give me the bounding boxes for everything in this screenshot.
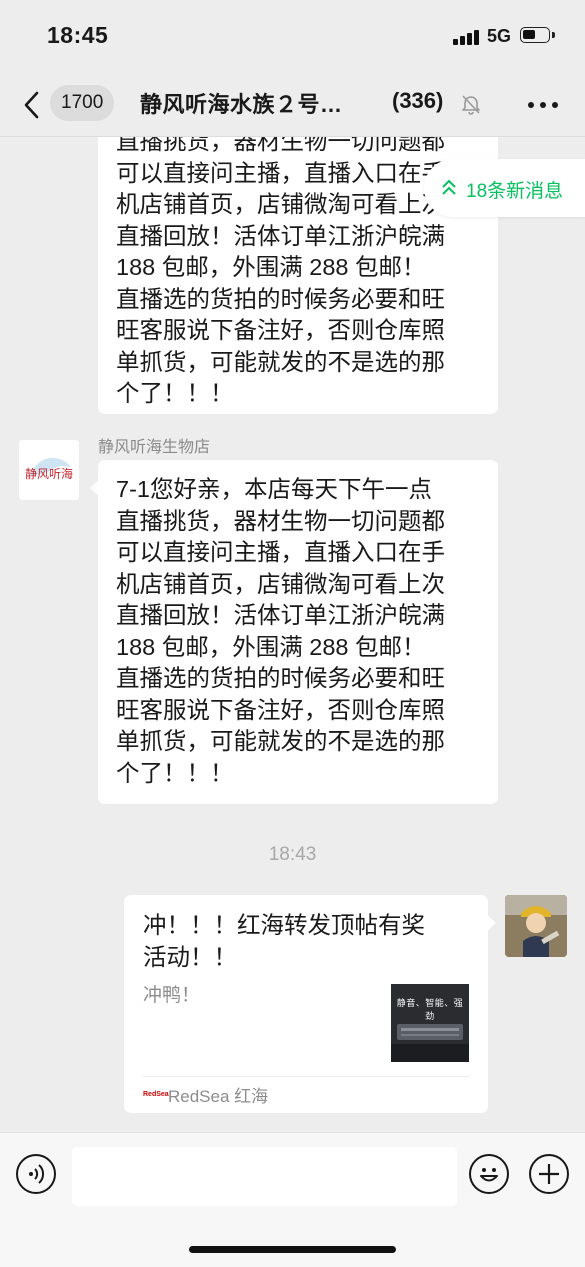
double-chevron-up-icon [442, 179, 456, 195]
home-indicator[interactable] [189, 1246, 396, 1253]
voice-icon[interactable] [16, 1154, 56, 1194]
message-line: 旺客服说下备注好，否则仓库照 [116, 317, 445, 343]
message-line: 直播挑货，器材生物一切问题都 [116, 137, 445, 154]
message-line: 单抓货，可能就发的不是选的那 [116, 348, 445, 375]
new-messages-text: 18条新消息 [466, 181, 564, 202]
shop-avatar[interactable]: 静风听海 [19, 440, 79, 500]
member-count: (336) [392, 88, 444, 113]
link-thumbnail: 静音、智能、强劲 [391, 984, 469, 1062]
link-title-line: 活动！！ [143, 944, 237, 970]
battery-icon [520, 27, 550, 43]
my-avatar[interactable] [505, 895, 567, 957]
emoji-icon[interactable] [469, 1154, 509, 1194]
battery-tip [552, 32, 555, 38]
message-line: 个了！！！ [116, 759, 234, 786]
chat-area[interactable]: 直播挑货，器材生物一切问题都 可以直接问主播，直播入口在手 机店铺首页，店铺微淘… [0, 137, 585, 1132]
message-line: 旺客服说下备注好，否则仓库照 [116, 696, 445, 723]
network-type: 5G [487, 26, 512, 46]
message-line: 机店铺首页，店铺微淘可看上次 [116, 570, 445, 597]
message-line: 直播挑货，器材生物一切问题都 [116, 507, 445, 534]
redsea-logo-icon: RedSea [143, 1091, 169, 1098]
message-line: 个了！！！ [116, 380, 234, 406]
message-line: 7-1您好亲，本店每天下午一点 [116, 476, 432, 502]
product-image-icon [391, 1024, 469, 1062]
link-divider [143, 1076, 469, 1077]
message-line: 单抓货，可能就发的不是选的那 [116, 728, 445, 754]
ellipsis-icon[interactable] [528, 102, 558, 110]
nav-bar: 1700 静风听海水族２号… (336) [0, 74, 585, 137]
message-line: 直播选的货拍的时候务必要和旺 [116, 285, 445, 312]
shop-logo-icon: 静风听海 [25, 457, 73, 481]
message-line: 直播回放！活体订单江浙沪皖满 [116, 602, 445, 628]
message-line: 可以直接问主播，直播入口在手 [116, 539, 445, 565]
link-description: 冲鸭！ [143, 985, 201, 1006]
message-line: 188 包邮，外围满 288 包邮！ [116, 633, 426, 660]
signal-bars-icon [453, 30, 481, 45]
new-messages-banner[interactable]: 18条新消息 [424, 159, 585, 217]
message-input[interactable] [72, 1147, 457, 1206]
plus-circle-icon[interactable] [529, 1154, 569, 1194]
status-bar: 18:45 5G [0, 0, 585, 74]
link-source: RedSea 红海 [168, 1087, 269, 1106]
link-title: 冲！！！红海转发顶帖有奖 活动！！ [143, 909, 473, 973]
link-card[interactable]: 冲！！！红海转发顶帖有奖 活动！！ 冲鸭！ 静音、智能、强劲 RedSea Re… [124, 895, 496, 1113]
status-time: 18:45 [47, 22, 109, 48]
bell-muted-icon [462, 95, 480, 115]
avatar-figure-icon [505, 895, 567, 957]
message-line: 直播选的货拍的时候务必要和旺 [116, 665, 445, 691]
message-timestamp: 18:43 [268, 844, 317, 865]
sender-name: 静风听海生物店 [98, 439, 211, 456]
link-title-line: 冲！！！红海转发顶帖有奖 [143, 912, 425, 938]
svg-text:静风听海: 静风听海 [25, 466, 73, 481]
message-line: 188 包邮，外围满 288 包邮！ [116, 254, 426, 280]
chat-title[interactable]: 静风听海水族２号… [140, 87, 343, 119]
chevron-left-icon[interactable] [20, 88, 44, 122]
message-bubble-shop[interactable]: 7-1您好亲，本店每天下午一点 直播挑货，器材生物一切问题都 可以直接问主播，直… [90, 460, 498, 804]
message-line: 直播回放！活体订单江浙沪皖满 [116, 222, 445, 249]
unread-count-badge[interactable]: 1700 [50, 85, 115, 121]
